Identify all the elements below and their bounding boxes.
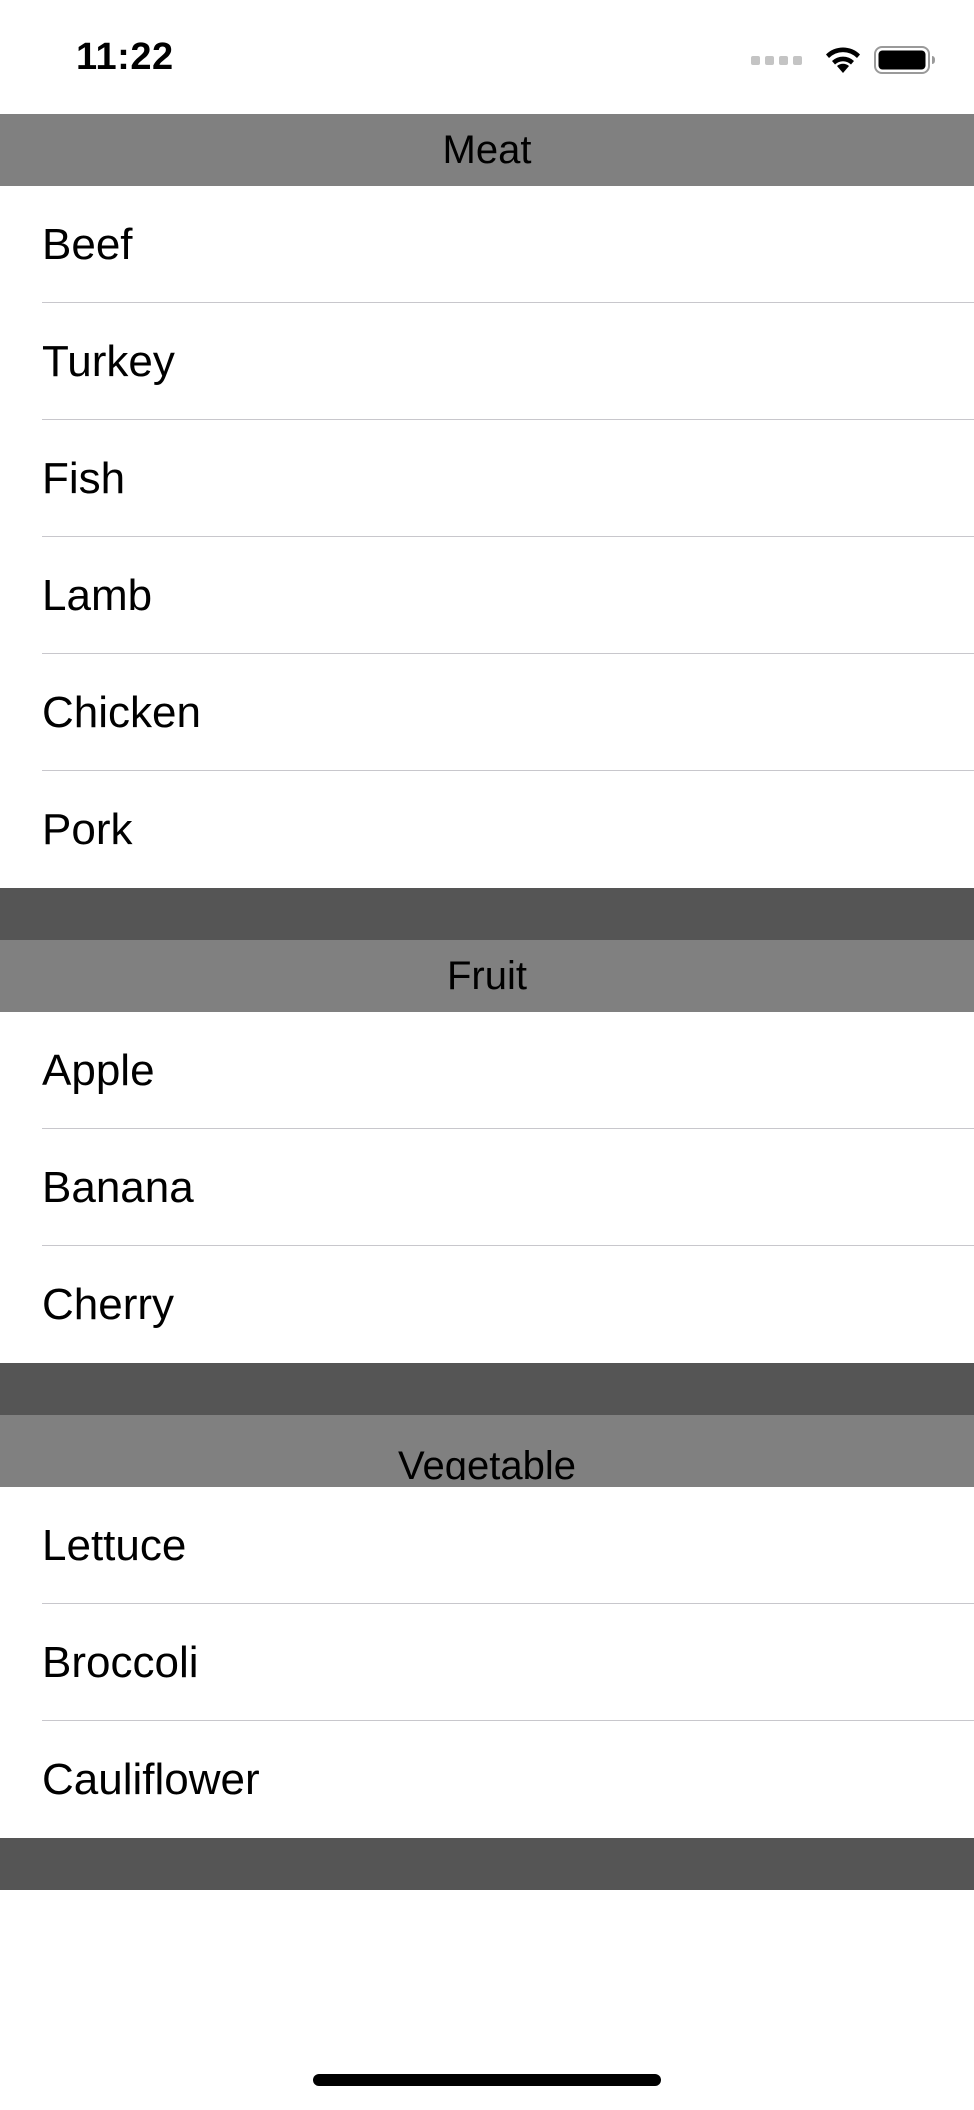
list-item[interactable]: Banana xyxy=(0,1129,974,1246)
list-item[interactable]: Lamb xyxy=(0,537,974,654)
list-item-label: Beef xyxy=(42,220,133,269)
status-bar: 11:22 xyxy=(0,0,974,114)
section-footer xyxy=(0,888,974,940)
list-item[interactable]: Apple xyxy=(0,1012,974,1129)
section-footer xyxy=(0,1363,974,1415)
section-header-fruit: Fruit xyxy=(0,940,974,1012)
list-item[interactable]: Broccoli xyxy=(0,1604,974,1721)
list-item-label: Apple xyxy=(42,1046,155,1095)
table-view[interactable]: Meat Beef Turkey Fish Lamb Chicken Pork … xyxy=(0,114,974,1890)
list-item[interactable]: Cauliflower xyxy=(0,1721,974,1838)
list-item[interactable]: Beef xyxy=(0,186,974,303)
section-title: Fruit xyxy=(447,953,527,998)
list-item[interactable]: Pork xyxy=(0,771,974,888)
list-item-label: Turkey xyxy=(42,337,175,386)
signal-dots-icon xyxy=(751,55,802,65)
list-item[interactable]: Chicken xyxy=(0,654,974,771)
section-title: Meat xyxy=(442,127,532,172)
list-item-label: Cherry xyxy=(42,1280,175,1329)
list-item-label: Lamb xyxy=(42,571,153,620)
section-footer xyxy=(0,1838,974,1890)
list-item-label: Lettuce xyxy=(42,1521,187,1570)
list-item-label: Pork xyxy=(42,805,133,854)
list-item-label: Fish xyxy=(42,454,126,503)
list-item-label: Broccoli xyxy=(42,1638,199,1687)
section-title: Vegetable xyxy=(398,1444,576,1480)
list-item[interactable]: Lettuce xyxy=(0,1487,974,1604)
list-item[interactable]: Cherry xyxy=(0,1246,974,1363)
section-header-meat: Meat xyxy=(0,114,974,186)
list-item-label: Cauliflower xyxy=(42,1755,260,1804)
list-item-label: Banana xyxy=(42,1163,194,1212)
status-icons xyxy=(751,44,936,76)
list-item[interactable]: Turkey xyxy=(0,303,974,420)
list-item[interactable]: Fish xyxy=(0,420,974,537)
wifi-icon xyxy=(826,47,860,73)
list-item-label: Chicken xyxy=(42,688,201,737)
home-indicator[interactable] xyxy=(313,2074,661,2086)
battery-icon xyxy=(874,46,935,74)
section-header-vegetable: Vegetable xyxy=(0,1415,974,1487)
status-time: 11:22 xyxy=(76,36,174,78)
